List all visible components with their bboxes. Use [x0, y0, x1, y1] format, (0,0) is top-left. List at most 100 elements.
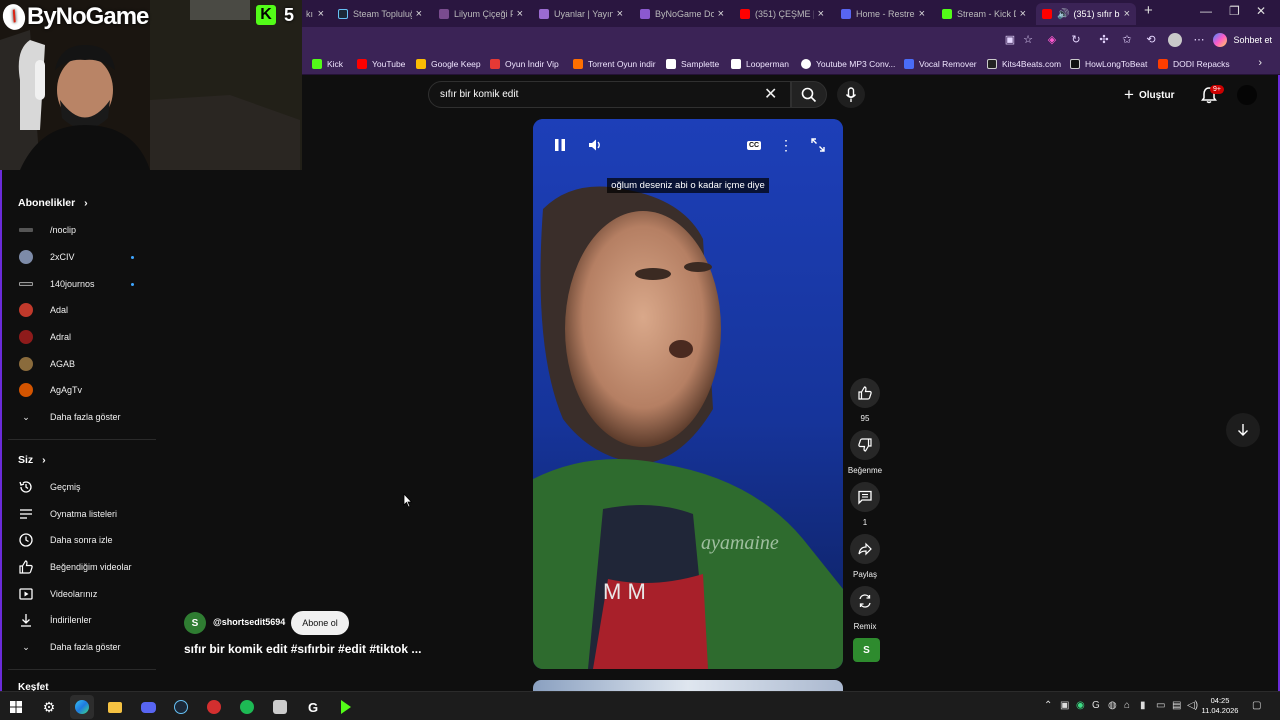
settings-icon[interactable]: ⚙ — [37, 695, 61, 719]
clear-search-icon[interactable]: ✕ — [764, 84, 777, 104]
tray-display-icon[interactable]: ▭ — [1156, 700, 1165, 711]
browser-tab[interactable]: Uyanlar | Yayınım × — [533, 3, 629, 25]
bookmark-vocal-remover[interactable]: Vocal Remover — [904, 57, 977, 71]
sidebar-channel-2xciv[interactable]: 2xCIV — [18, 248, 138, 266]
bookmark-looperman[interactable]: Looperman — [731, 57, 789, 71]
you-heading[interactable]: Siz › — [18, 454, 46, 466]
minimize-button[interactable]: — — [1200, 4, 1212, 18]
remix-button[interactable]: Remix — [850, 586, 880, 631]
comments-button[interactable]: 1 — [850, 482, 880, 527]
tray-app-icon[interactable]: ◉ — [1076, 700, 1085, 711]
sidebar-item-liked-videos[interactable]: Beğendiğim videolar — [18, 558, 138, 576]
bookmark-yt-mp3[interactable]: Youtube MP3 Conv... — [801, 57, 895, 71]
taskbar-explorer[interactable] — [103, 695, 127, 719]
taskbar-spotify[interactable] — [235, 695, 259, 719]
browser-tab-active[interactable]: 🔊 (351) sıfır bir × — [1036, 3, 1136, 25]
browser-tab[interactable]: ByNoGame Dona × — [634, 3, 730, 25]
taskbar-edge[interactable] — [70, 695, 94, 719]
star-icon[interactable]: ☆ — [1021, 33, 1035, 47]
shorts-player[interactable]: ayamaine M M CC ⋮ oğlum deseniz abi o ka… — [533, 119, 843, 669]
close-icon[interactable]: × — [318, 8, 324, 20]
create-button[interactable]: + Oluştur — [1124, 84, 1175, 106]
channel-avatar-button[interactable]: S — [853, 638, 880, 662]
sidebar-show-more-you[interactable]: ⌄ Daha fazla göster — [18, 638, 138, 656]
browser-tab[interactable]: kı × — [300, 3, 330, 25]
profile-avatar[interactable] — [1168, 33, 1182, 47]
start-button[interactable] — [4, 695, 28, 719]
bookmark-google-keep[interactable]: Google Keep — [416, 57, 481, 71]
close-icon[interactable]: × — [818, 8, 824, 20]
speaker-icon[interactable]: 🔊 — [1057, 9, 1069, 20]
browser-tab[interactable]: (351) ÇEŞME | // × — [734, 3, 830, 25]
bookmark-samplette[interactable]: Samplette — [666, 57, 719, 71]
sidebar-channel-140journos[interactable]: 140journos — [18, 275, 138, 293]
browser-tab[interactable]: Steam Topluluğu × — [332, 3, 428, 25]
fullscreen-button[interactable] — [808, 136, 828, 154]
channel-avatar[interactable]: S — [184, 612, 206, 634]
taskbar-app-red[interactable] — [202, 695, 226, 719]
taskbar-discord[interactable] — [136, 695, 160, 719]
close-window-button[interactable]: ✕ — [1256, 4, 1266, 18]
short-title[interactable]: sıfır bir komik edit #sıfırbir #edit #ti… — [184, 642, 421, 656]
chevron-right-icon[interactable]: › — [1258, 57, 1262, 69]
network-icon[interactable]: ▤ — [1172, 700, 1181, 711]
bookmark-torrent[interactable]: Torrent Oyun indir — [573, 57, 656, 71]
close-icon[interactable]: × — [517, 8, 523, 20]
maximize-button[interactable]: ❐ — [1229, 4, 1240, 18]
browser-tab[interactable]: Lilyum Çiçeği Fiyat × — [433, 3, 529, 25]
bookmark-oyun-indir[interactable]: Oyun İndir Vip — [490, 57, 559, 71]
tray-app-icon[interactable]: ⌂ — [1124, 700, 1130, 711]
tray-steam-icon[interactable]: ◍ — [1108, 700, 1117, 711]
sidebar-channel-adal[interactable]: Adal — [18, 301, 138, 319]
channel-handle[interactable]: @shortsedit5694 — [213, 617, 285, 627]
refresh-icon[interactable]: ↻ — [1069, 33, 1083, 47]
more-icon[interactable]: ⋯ — [1192, 33, 1206, 47]
volume-icon[interactable]: ◁) — [1187, 700, 1198, 711]
more-options-icon[interactable]: ⋮ — [776, 136, 796, 154]
sidebar-channel-agab[interactable]: AGAB — [18, 355, 138, 373]
sidebar-channel-adral[interactable]: Adral — [18, 328, 138, 346]
search-input[interactable]: sıfır bir komik edit — [428, 81, 791, 108]
next-short-button[interactable] — [1226, 413, 1260, 447]
like-button[interactable]: 95 — [850, 378, 880, 423]
copilot-chat-button[interactable]: Sohbet et — [1213, 31, 1272, 49]
bookmark-dodi[interactable]: DODI Repacks — [1158, 57, 1230, 71]
bookmark-kick[interactable]: Kick — [312, 57, 343, 71]
share-button[interactable]: Paylaş — [850, 534, 880, 579]
voice-search-button[interactable] — [837, 81, 865, 108]
dislike-button[interactable]: Beğenme — [848, 430, 882, 475]
extension-icon[interactable]: ◈ — [1045, 33, 1059, 47]
close-icon[interactable]: × — [718, 8, 724, 20]
sidebar-item-watch-later[interactable]: Daha sonra izle — [18, 531, 138, 549]
new-tab-button[interactable]: + — [1144, 2, 1153, 19]
bookmark-youtube[interactable]: YouTube — [357, 57, 405, 71]
close-icon[interactable]: × — [617, 8, 623, 20]
subscribe-button[interactable]: Abone ol — [291, 611, 349, 635]
browser-tab[interactable]: Stream - Kick Da × — [936, 3, 1032, 25]
bookmark-kits4beats[interactable]: Kits4Beats.com — [987, 57, 1061, 71]
sidebar-channel-noclip[interactable]: /noclip — [18, 221, 138, 239]
bookmark-howlongtobeat[interactable]: HowLongToBeat — [1070, 57, 1147, 71]
close-icon[interactable]: × — [416, 8, 422, 20]
sidebar-item-your-videos[interactable]: Videolarınız — [18, 585, 138, 603]
history-icon[interactable]: ⟲ — [1144, 33, 1158, 47]
sidebar-channel-agagtv[interactable]: AgAgTv — [18, 381, 138, 399]
taskbar-app[interactable] — [268, 695, 292, 719]
extensions-icon[interactable]: ✣ — [1097, 33, 1111, 47]
taskbar-kick[interactable] — [334, 695, 358, 719]
captions-button[interactable]: CC — [744, 136, 764, 154]
pause-button[interactable] — [550, 136, 570, 154]
sidebar-item-playlists[interactable]: Oynatma listeleri — [18, 505, 138, 523]
account-avatar[interactable] — [1237, 85, 1257, 105]
sidebar-item-downloads[interactable]: İndirilenler — [18, 611, 138, 629]
notifications-icon[interactable]: ▢ — [1252, 700, 1261, 711]
volume-button[interactable] — [585, 136, 605, 154]
tray-app-icon[interactable]: G — [1092, 700, 1100, 711]
subscriptions-heading[interactable]: Abonelikler › — [18, 197, 88, 209]
browser-tab[interactable]: Home - Restream × — [835, 3, 931, 25]
close-icon[interactable]: × — [1020, 8, 1026, 20]
tray-app-icon[interactable]: ▣ — [1060, 700, 1069, 711]
close-icon[interactable]: × — [1124, 8, 1130, 20]
taskbar-app[interactable]: G — [301, 695, 325, 719]
close-icon[interactable]: × — [919, 8, 925, 20]
